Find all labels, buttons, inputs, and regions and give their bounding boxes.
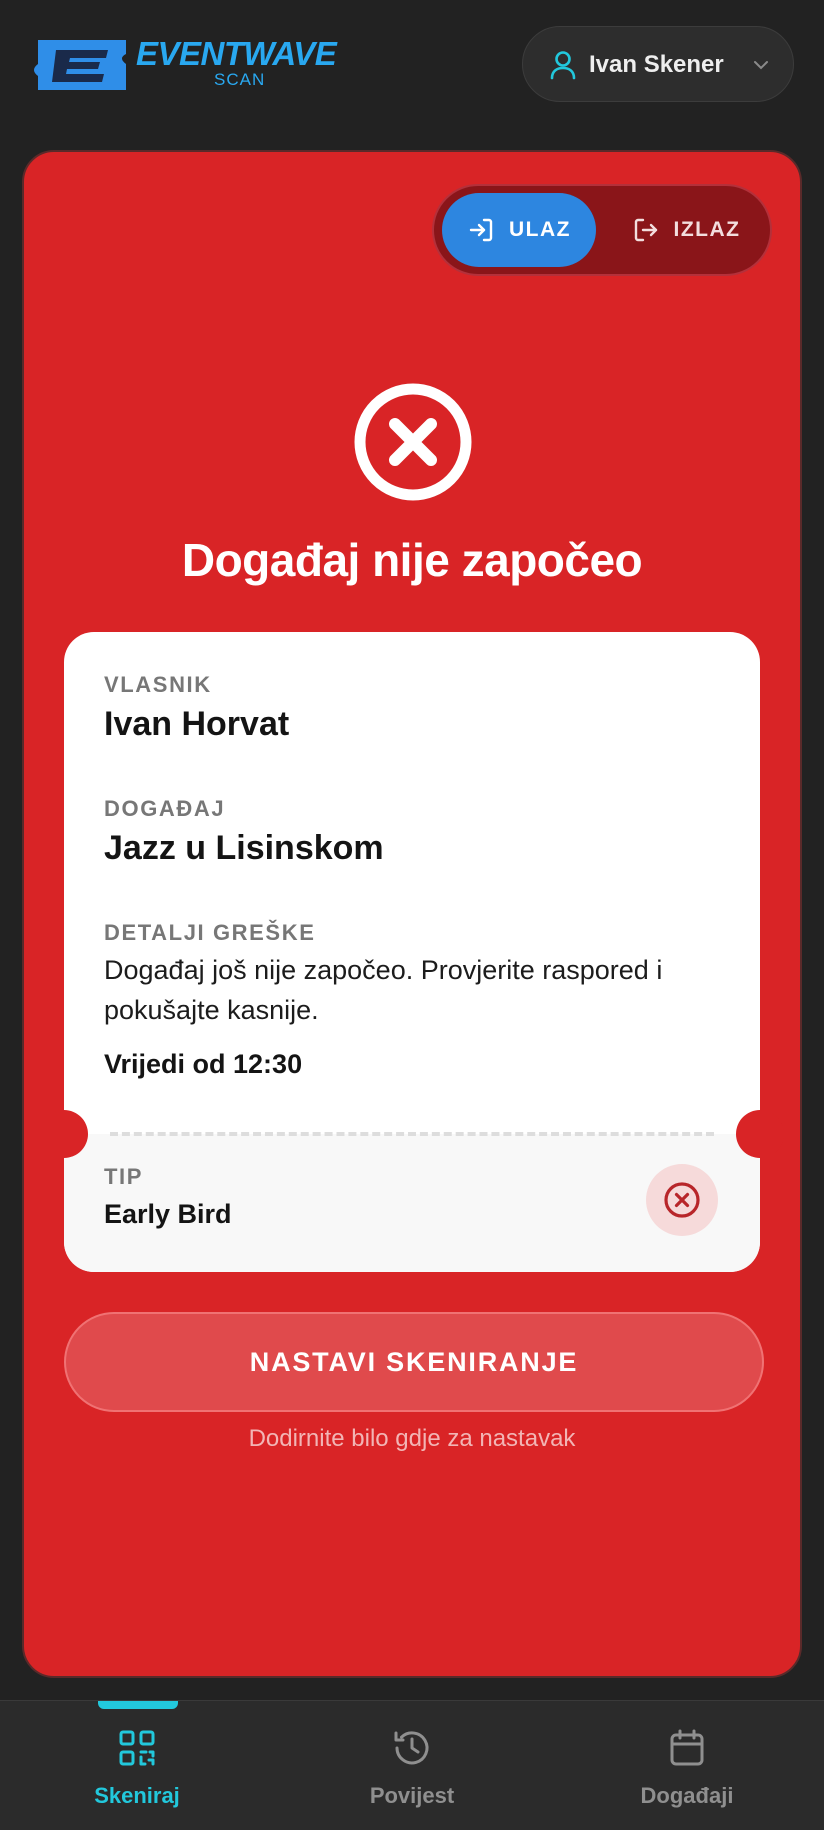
entry-exit-toggle: ULAZ IZLAZ [432, 184, 772, 276]
event-label: DOGAĐAJ [104, 796, 226, 821]
active-tab-indicator [98, 1701, 178, 1709]
history-icon [394, 1731, 429, 1765]
user-icon [550, 51, 576, 80]
qr-code-icon [119, 1730, 155, 1766]
app-header: EVENTWAVE SCAN Ivan Skener [0, 0, 824, 140]
ticket-status-badge [646, 1164, 718, 1236]
ticket-type-value: Early Bird [104, 1199, 232, 1229]
login-icon [469, 218, 493, 242]
logo-subtitle: SCAN [214, 70, 266, 89]
user-name: Ivan Skener [589, 51, 724, 78]
ticket-details: VLASNIK Ivan Horvat DOGAĐAJ Jazz u Lisin… [40, 632, 784, 1272]
entry-mode-label: ULAZ [509, 218, 571, 241]
scan-result-card[interactable]: ULAZ IZLAZ Događaj nije započeo VLASNIK … [22, 150, 802, 1678]
logout-icon [634, 218, 657, 242]
error-x-circle-icon [354, 383, 472, 501]
tap-anywhere-hint: Dodirnite bilo gdje za nastavak [248, 1425, 576, 1452]
ticket-type-label: TIP [104, 1164, 144, 1189]
owner-label: VLASNIK [104, 672, 212, 697]
x-circle-icon [664, 1182, 700, 1218]
result-title: Događaj nije započeo [181, 534, 643, 586]
logo-wordmark: EVENTWAVE [136, 35, 337, 72]
owner-value: Ivan Horvat [104, 705, 290, 743]
exit-mode-button[interactable]: IZLAZ [612, 193, 760, 267]
ticket-notch-right [736, 1110, 784, 1158]
entry-mode-button[interactable]: ULAZ [442, 193, 596, 267]
bottom-navigation: Skeniraj Povijest Događaji [0, 1700, 824, 1830]
nav-item-events[interactable]: Događaji [550, 1701, 824, 1830]
ticket-notch-left [40, 1110, 88, 1158]
nav-label-events: Događaji [640, 1783, 734, 1808]
error-message: Događaj još nije započeo. Provjerite ras… [104, 955, 663, 1025]
eventwave-logo: EVENTWAVE SCAN [30, 34, 350, 94]
nav-item-history[interactable]: Povijest [275, 1701, 549, 1830]
nav-label-scan: Skeniraj [94, 1783, 180, 1808]
error-details-label: DETALJI GREŠKE [104, 920, 316, 945]
chevron-down-icon [754, 61, 768, 70]
ticket-logo-icon [34, 40, 126, 90]
ticket-divider [110, 1132, 714, 1136]
nav-item-scan[interactable]: Skeniraj [0, 1701, 274, 1830]
valid-from-text: Vrijedi od 12:30 [104, 1049, 303, 1079]
exit-mode-label: IZLAZ [673, 218, 741, 241]
nav-label-history: Povijest [369, 1783, 455, 1808]
event-value: Jazz u Lisinskom [104, 829, 384, 867]
user-menu-button[interactable]: Ivan Skener [522, 26, 794, 102]
calendar-icon [670, 1729, 704, 1766]
continue-scanning-button[interactable]: NASTAVI SKENIRANJE [64, 1312, 764, 1412]
